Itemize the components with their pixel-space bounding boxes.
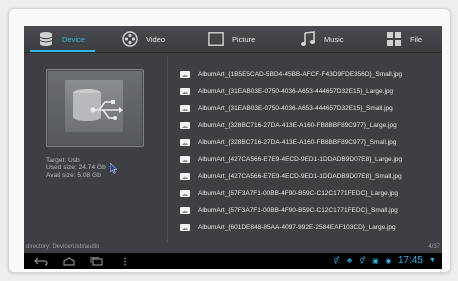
clock[interactable]: 17:45 [398,255,423,266]
image-file-icon [180,156,190,163]
usb-drive-icon[interactable] [46,69,144,147]
list-item[interactable]: AlbumArt_{31EAB03E-0750-4036-A653-444657… [174,100,442,117]
storage-notification-icon[interactable]: ▣ [372,257,379,265]
file-name: AlbumArt_{57F3A7F1-00BB-4F90-B59C-C12C17… [198,190,399,197]
mouse-pointer-icon [109,161,118,179]
system-nav-bar: ⚥ ❖ ⚥ ▣ ◉ 17:45 ▼ [24,253,442,269]
item-count: 4/37 [428,244,440,250]
image-file-icon [180,139,190,146]
android-notification-icon[interactable]: ◉ [385,257,392,265]
image-file-icon [180,173,190,180]
tab-music-label: Music [324,34,344,44]
recent-apps-icon [90,256,103,266]
tab-bar: Device Video Picture Music File [24,26,442,53]
tab-device-label: Device [62,34,85,44]
usb-debug-icon[interactable]: ⚥ [359,257,366,265]
list-item[interactable]: AlbumArt_{31EAB03E-0750-4036-A653-444657… [174,83,442,100]
file-name: AlbumArt_{31EAB03E-0750-4036-A653-444657… [198,88,394,95]
file-name: AlbumArt_{427CA566-E7E9-4ECD-9ED1-1DDADB… [198,156,403,163]
image-file-icon [180,122,190,129]
file-name: AlbumArt_{31EAB03E-0750-4036-A653-444657… [198,105,393,112]
music-note-icon [300,31,316,47]
file-list[interactable]: AlbumArt_{1B5E5CAD-5BD4-45BB-AFCF-F43D9F… [174,66,442,236]
recent-apps-button[interactable] [90,256,104,266]
database-icon [38,31,54,47]
tab-file-label: File [410,34,423,44]
tab-file[interactable]: File [386,26,422,52]
file-name: AlbumArt_{328BC716-27DA-413E-A160-FB8BBF… [198,122,397,129]
list-item[interactable]: AlbumArt_{328BC716-27DA-413E-A160-FB8BBF… [174,134,442,151]
grid-icon [386,31,402,47]
file-name: AlbumArt_{427CA566-E7E9-4ECD-9ED1-1DDADB… [198,173,402,180]
wifi-icon: ▼ [429,257,436,264]
image-file-icon [180,224,190,231]
device-target: Target: Usb [46,157,80,164]
tab-device[interactable]: Device [30,26,95,52]
status-line: directory: Device/Usb/audio 4/37 [24,244,442,253]
back-button[interactable] [34,256,48,266]
list-item[interactable]: AlbumArt_{601DE848-85AA-4097-992E-2584EA… [174,219,442,236]
image-file-icon [180,71,190,78]
image-file-icon [180,105,190,112]
list-item[interactable]: AlbumArt_{427CA566-E7E9-4ECD-9ED1-1DDADB… [174,151,442,168]
picture-frame-icon [208,31,224,47]
device-avail-size: Avail size: 5.08 Gb [46,171,101,179]
image-file-icon [180,190,190,197]
list-item[interactable]: AlbumArt_{57F3A7F1-00BB-4F90-B59C-C12C17… [174,202,442,219]
image-file-icon [180,88,190,95]
menu-button[interactable] [118,256,132,266]
image-file-icon [180,207,190,214]
film-reel-icon [122,31,138,47]
overflow-menu-icon [124,257,126,265]
file-name: AlbumArt_{601DE848-85AA-4097-992E-2584EA… [198,224,396,231]
device-panel: Target: Usb Used size: 24.74 Gb Avail si… [24,53,164,243]
tab-music[interactable]: Music [300,26,344,52]
home-icon [63,256,75,266]
device-used-size: Used size: 24.74 Gb [46,164,106,172]
file-name: AlbumArt_{1B5E5CAD-5BD4-45BB-AFCF-F43D9F… [198,71,403,78]
usb-notification-icon[interactable]: ⚥ [333,257,340,265]
back-arrow-icon [34,257,48,266]
list-item[interactable]: AlbumArt_{57F3A7F1-00BB-4F90-B59C-C12C17… [174,185,442,202]
tab-picture[interactable]: Picture [208,26,255,52]
list-item[interactable]: AlbumArt_{427CA566-E7E9-4ECD-9ED1-1DDADB… [174,168,442,185]
file-name: AlbumArt_{328BC716-27DA-413E-A160-FB8BBF… [198,139,397,146]
sync-notification-icon[interactable]: ❖ [346,257,353,265]
directory-path: directory: Device/Usb/audio [26,244,100,250]
panel-divider [167,56,168,242]
file-name: AlbumArt_{57F3A7F1-00BB-4F90-B59C-C12C17… [198,207,398,214]
list-item[interactable]: AlbumArt_{1B5E5CAD-5BD4-45BB-AFCF-F43D9F… [174,66,442,83]
tab-video[interactable]: Video [122,26,165,52]
tab-video-label: Video [146,34,166,44]
home-button[interactable] [62,256,76,266]
system-tray: ⚥ ❖ ⚥ ▣ ◉ 17:45 ▼ [333,255,436,266]
device-info: Target: Usb Used size: 24.74 Gb Avail si… [46,157,106,179]
list-item[interactable]: AlbumArt_{328BC716-27DA-413E-A160-FB8BBF… [174,117,442,134]
usb-symbol-icon [73,89,123,121]
tab-picture-label: Picture [232,34,256,44]
app-screen: Device Video Picture Music File Target: … [24,26,442,269]
